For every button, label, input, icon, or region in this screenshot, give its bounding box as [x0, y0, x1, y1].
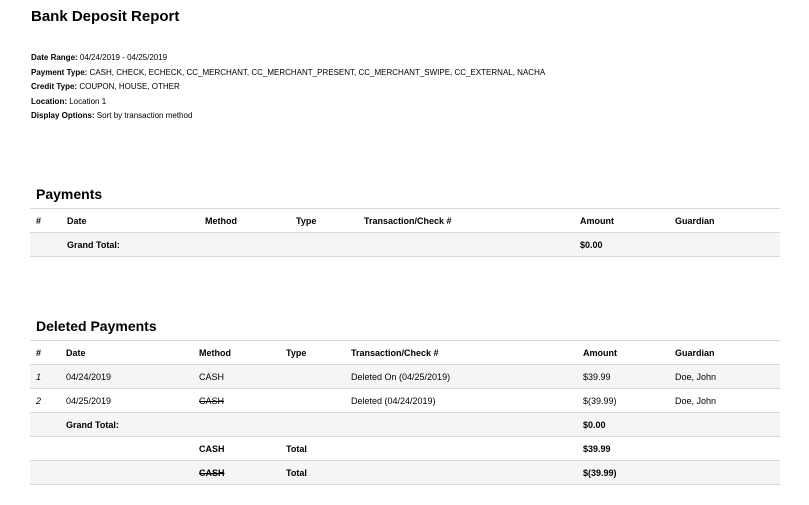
report-filters: Date Range: 04/24/2019 - 04/25/2019 Paym… [31, 53, 551, 126]
report-title: Bank Deposit Report [31, 8, 180, 25]
table-row: 1 04/24/2019 CASH Deleted On (04/25/2019… [30, 364, 780, 389]
filter-date-range: Date Range: 04/24/2019 - 04/25/2019 [31, 53, 168, 62]
col-guardian: Guardian [669, 340, 780, 365]
grand-total-label: Grand Total: [60, 412, 193, 437]
filter-credit-type: Credit Type: COUPON, HOUSE, OTHER [31, 82, 180, 91]
payments-section-title: Payments [36, 186, 103, 202]
grand-total-amount: $0.00 [574, 232, 669, 257]
grand-total-label: Grand Total: [61, 232, 199, 257]
col-transaction: Transaction/Check # [345, 340, 577, 365]
deleted-payments-table: # Date Method Type Transaction/Check # A… [30, 340, 780, 485]
col-type: Type [280, 340, 345, 365]
col-date: Date [61, 208, 199, 233]
table-header-row: # Date Method Type Transaction/Check # A… [30, 340, 780, 365]
table-header-row: # Date Method Type Transaction/Check # A… [30, 208, 780, 233]
col-transaction: Transaction/Check # [358, 208, 574, 233]
method-total-row: CASH Total $39.99 [30, 436, 780, 461]
filter-location: Location: Location 1 [31, 96, 107, 106]
col-guardian: Guardian [669, 208, 780, 233]
filter-payment-type: Payment Type: CASH, CHECK, ECHECK, CC_ME… [31, 67, 546, 77]
table-row: 2 04/25/2019 CASH Deleted (04/24/2019) $… [30, 388, 780, 413]
col-amount: Amount [577, 340, 669, 365]
method-total-row: CASH Total $(39.99) [30, 460, 780, 485]
col-method: Method [199, 208, 290, 233]
col-date: Date [60, 340, 193, 365]
payments-table: # Date Method Type Transaction/Check # A… [30, 208, 780, 257]
filter-display-options: Display Options: Sort by transaction met… [31, 111, 193, 120]
col-number: # [30, 208, 61, 233]
deleted-payments-section-title: Deleted Payments [36, 318, 157, 334]
grand-total-amount: $0.00 [577, 412, 669, 437]
col-type: Type [290, 208, 358, 233]
col-number: # [30, 340, 60, 365]
col-method: Method [193, 340, 280, 365]
grand-total-row: Grand Total: $0.00 [30, 232, 780, 257]
grand-total-row: Grand Total: $0.00 [30, 412, 780, 437]
col-amount: Amount [574, 208, 669, 233]
struck-method: CASH [199, 395, 225, 406]
struck-method: CASH [199, 467, 225, 478]
